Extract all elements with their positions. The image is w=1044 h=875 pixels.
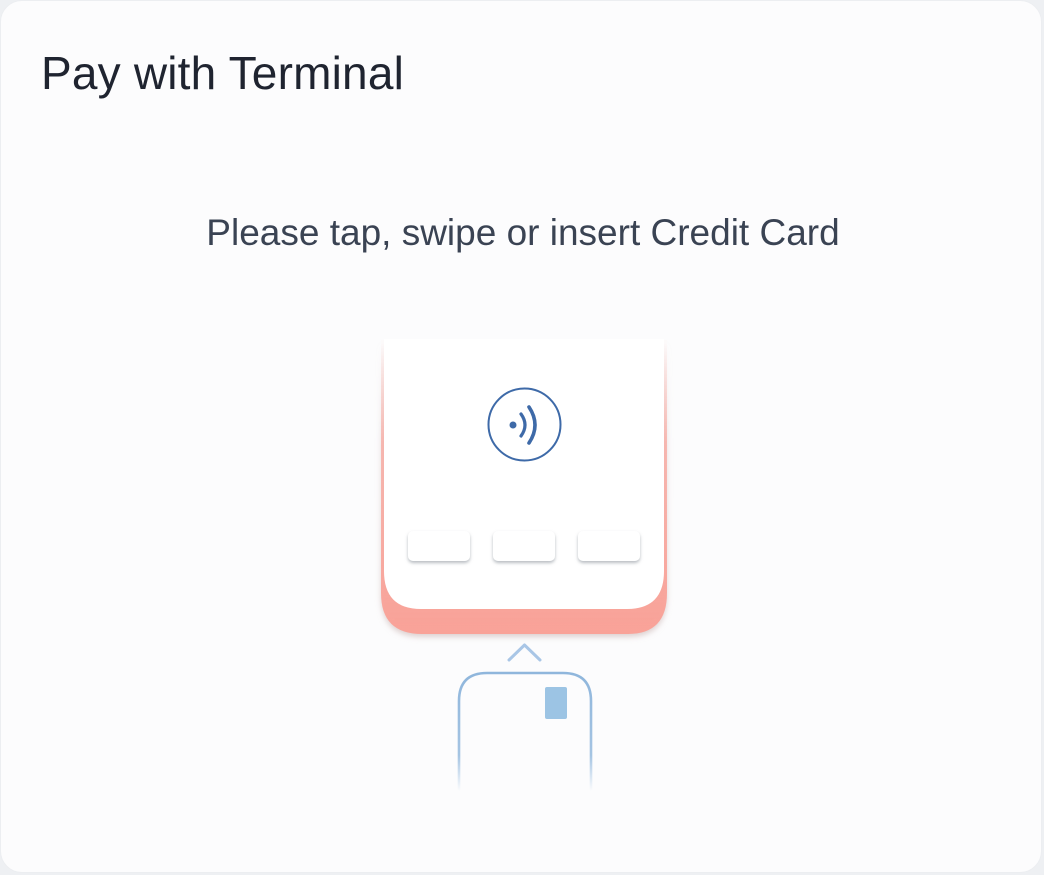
payment-terminal: [381, 339, 667, 634]
dialog-title: Pay with Terminal: [41, 47, 405, 99]
pay-with-terminal-dialog: Pay with Terminal Please tap, swipe or i…: [0, 0, 1042, 873]
credit-card-icon: [457, 671, 593, 791]
terminal-key: [408, 531, 470, 561]
terminal-keypad: [408, 531, 640, 561]
terminal-illustration: [341, 321, 711, 801]
terminal-key: [493, 531, 555, 561]
chevron-up-icon: [507, 643, 542, 662]
payment-instruction: Please tap, swipe or insert Credit Card: [206, 212, 840, 253]
terminal-key: [578, 531, 640, 561]
card-chip: [545, 687, 567, 719]
